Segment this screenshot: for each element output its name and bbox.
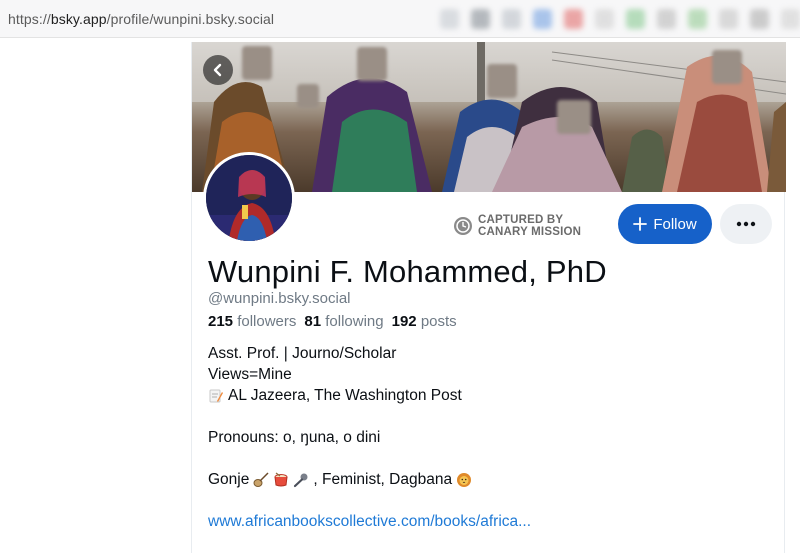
- fiddle-icon: [253, 471, 269, 487]
- url-host: bsky.app: [50, 11, 107, 27]
- url-scheme: https://: [8, 11, 51, 27]
- bio-link[interactable]: www.africanbookscollective.com/books/afr…: [208, 511, 531, 532]
- followers-stat[interactable]: 215 followers: [208, 313, 296, 330]
- followers-label: followers: [237, 313, 297, 330]
- posts-stat: 192 posts: [392, 313, 457, 330]
- avatar[interactable]: [203, 152, 295, 244]
- bio-gonje: Gonje: [208, 471, 250, 488]
- browser-address-bar[interactable]: https://bsky.app/profile/wunpini.bsky.so…: [0, 0, 800, 38]
- avatar-photo: [206, 155, 292, 241]
- profile-bio: Asst. Prof. | Journo/Scholar Views=Mine …: [208, 343, 531, 532]
- chevron-left-icon: [213, 63, 222, 77]
- profile-column: CAPTURED BY CANARY MISSION Follow Wunpin…: [191, 42, 786, 553]
- profile-stats: 215 followers 81 following 192 posts: [208, 313, 457, 330]
- bio-line: Asst. Prof. | Journo/Scholar: [208, 345, 397, 362]
- bio-line-with-emoji: Gonje , Feminist, Dagbana: [208, 469, 531, 490]
- more-options-button[interactable]: [720, 204, 772, 244]
- follow-label: Follow: [653, 215, 697, 233]
- profile-handle: @wunpini.bsky.social: [208, 290, 351, 307]
- bio-line-with-memo: AL Jazeera, The Washington Post: [208, 385, 531, 406]
- plus-icon: [633, 217, 648, 231]
- display-name: Wunpini F. Mohammed, PhD: [208, 254, 607, 289]
- watermark-line1: CAPTURED BY: [478, 214, 564, 226]
- followers-count: 215: [208, 313, 234, 330]
- bio-line: Views=Mine: [208, 366, 292, 383]
- following-stat[interactable]: 81 following: [304, 313, 383, 330]
- follow-button[interactable]: Follow: [618, 204, 712, 244]
- lion-icon: [457, 472, 472, 487]
- clock-icon: [454, 217, 472, 235]
- canary-mission-watermark: CAPTURED BY CANARY MISSION: [454, 214, 581, 238]
- microphone-icon: [294, 473, 308, 487]
- bio-affiliations: AL Jazeera, The Washington Post: [228, 387, 462, 404]
- following-label: following: [325, 313, 384, 330]
- drum-icon: [274, 472, 288, 486]
- watermark-line2: CANARY MISSION: [478, 226, 582, 238]
- ellipsis-icon: [736, 221, 756, 227]
- url-text[interactable]: https://bsky.app/profile/wunpini.bsky.so…: [8, 11, 274, 27]
- memo-icon: [209, 389, 223, 402]
- posts-count: 192: [391, 313, 417, 330]
- bio-pronouns: Pronouns: o, ŋuna, o dini: [208, 429, 381, 446]
- bio-identity: , Feminist, Dagbana: [313, 471, 453, 488]
- browser-extensions-blurred: [440, 4, 800, 34]
- back-button[interactable]: [203, 55, 233, 85]
- posts-label: posts: [420, 313, 457, 330]
- url-path: /profile/wunpini.bsky.social: [106, 11, 275, 27]
- following-count: 81: [304, 313, 322, 330]
